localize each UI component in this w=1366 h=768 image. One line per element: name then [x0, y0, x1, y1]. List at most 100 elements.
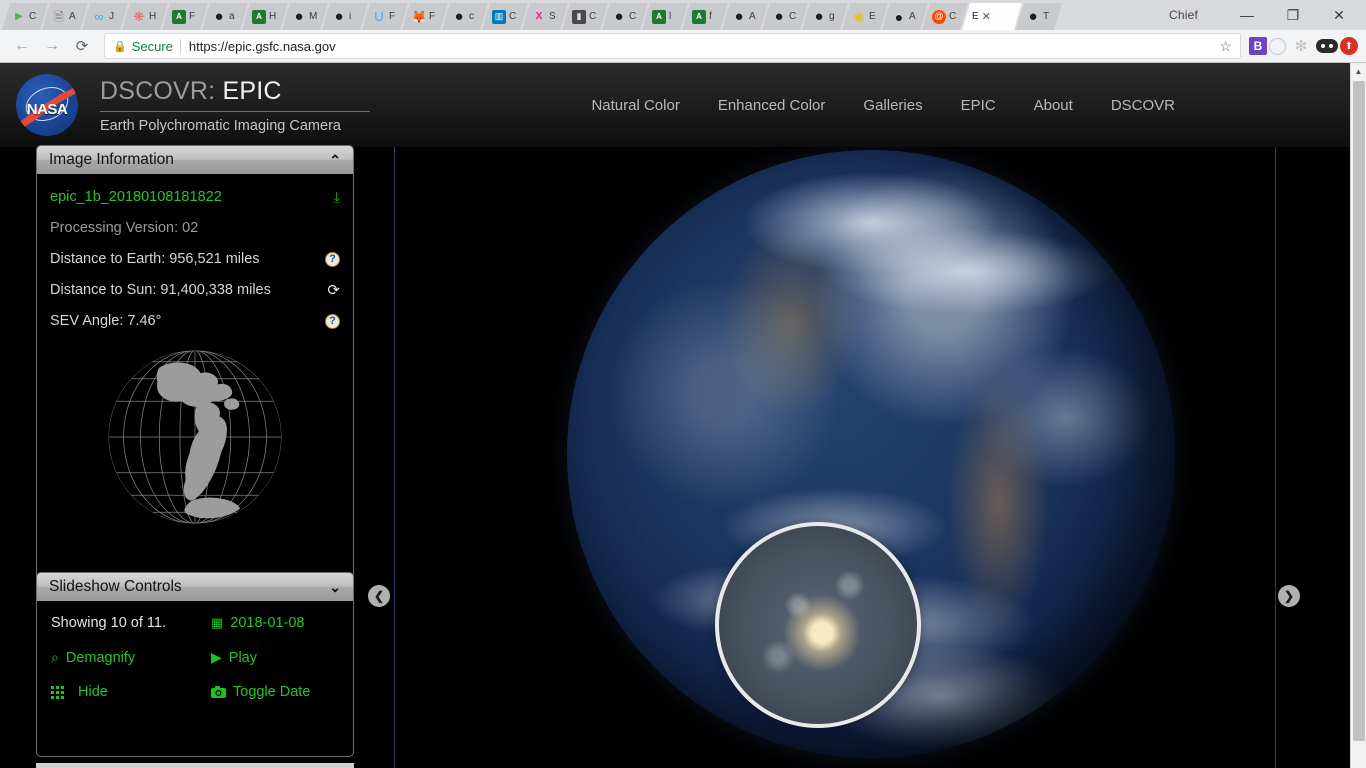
tab-title: F [189, 11, 196, 22]
next-image-button[interactable]: ❯ [1278, 585, 1300, 607]
date-label: 2018-01-08 [230, 615, 305, 631]
camera-icon [211, 686, 226, 698]
slideshow-controls-title: Slideshow Controls [49, 578, 182, 595]
tab-title: l [669, 11, 672, 22]
extensions-area: B ✻ ⬆ [1241, 33, 1358, 59]
slideshow-controls-body: Showing 10 of 11. ▦ 2018-01-08 ⌕ Demagni… [37, 601, 353, 700]
tab-favicon: ❋ [133, 9, 145, 24]
tab-favicon: @ [932, 10, 946, 24]
sev-angle-row: SEV Angle: 7.46° ? [50, 312, 340, 330]
nav-item-dscovr[interactable]: DSCOVR [1111, 97, 1175, 114]
back-icon[interactable]: ← [8, 32, 36, 60]
browser-tab[interactable]: ● A [722, 3, 768, 30]
tab-favicon: ▶ [15, 10, 23, 22]
minimize-button[interactable]: — [1224, 0, 1270, 30]
browser-tab[interactable]: UF [362, 3, 408, 30]
browser-tab[interactable]: ● A [882, 3, 928, 30]
browser-tab[interactable]: XS [522, 3, 568, 30]
tab-close-icon[interactable]: ✕ [982, 10, 991, 23]
sev-angle-help-icon[interactable]: ? [325, 313, 340, 329]
download-icon[interactable]: ⤓ [333, 189, 340, 206]
scrollbar-thumb[interactable] [1353, 81, 1365, 741]
nav-item-about[interactable]: About [1034, 97, 1073, 114]
address-bar[interactable]: 🔒 Secure https://epic.gsfc.nasa.gov ☆ [104, 33, 1241, 59]
browser-tab[interactable]: ● a [202, 3, 248, 30]
browser-tab[interactable]: 🗎 A [42, 3, 88, 30]
title-prefix: DSCOVR: [100, 76, 223, 105]
tab-title: A [749, 11, 756, 22]
forward-icon[interactable]: → [38, 32, 66, 60]
chevron-up-icon[interactable]: ⌃ [329, 152, 341, 169]
magnifier-circle[interactable] [715, 522, 921, 728]
browser-tab[interactable]: ● C [762, 3, 808, 30]
browser-tab[interactable]: ● C [602, 3, 648, 30]
browser-tab[interactable]: @ C [922, 3, 968, 30]
chevron-down-icon[interactable]: ⌄ [329, 579, 341, 596]
browser-tab[interactable]: ● i [322, 3, 368, 30]
browser-tab[interactable]: Af [682, 3, 728, 30]
image-information-header[interactable]: Image Information ⌃ [37, 146, 353, 174]
browser-tab[interactable]: ❋ H [122, 3, 168, 30]
image-id-row: epic_1b_20180108181822 ⤓ [50, 188, 340, 206]
page-viewport: NASA DSCOVR: EPIC Earth Polychromatic Im… [0, 63, 1366, 768]
tab-title: g [829, 11, 835, 22]
gear-extension-icon[interactable]: ✻ [1288, 33, 1314, 59]
earth-viewer[interactable] [395, 147, 1275, 768]
globe-thumbnail-wrap [50, 343, 340, 531]
hide-button[interactable]: Hide [51, 684, 211, 700]
profile-name[interactable]: Chief [1169, 8, 1198, 22]
nav-item-galleries[interactable]: Galleries [863, 97, 922, 114]
image-id-link[interactable]: epic_1b_20180108181822 [50, 189, 222, 205]
oval-extension-icon[interactable] [1316, 39, 1338, 53]
scroll-up-icon[interactable]: ▲ [1351, 63, 1366, 79]
previous-image-button[interactable]: ❮ [368, 585, 390, 607]
reload-icon[interactable]: ⟳ [68, 32, 96, 60]
red-extension-icon[interactable]: ⬆ [1340, 37, 1358, 55]
nav-item-enhanced-color[interactable]: Enhanced Color [718, 97, 826, 114]
distance-to-earth-help-icon[interactable]: ? [325, 251, 340, 267]
browser-tab[interactable]: ● c [442, 3, 488, 30]
tab-title: A [909, 11, 916, 22]
sync-units-icon[interactable]: ⟳ [327, 281, 340, 299]
toggle-date-button[interactable]: Toggle Date [211, 684, 340, 700]
maximize-button[interactable]: ❐ [1270, 0, 1316, 30]
browser-tab[interactable]: AF [162, 3, 208, 30]
tab-title: A [69, 11, 76, 22]
browser-tab[interactable]: ▮ C [562, 3, 608, 30]
browser-tab[interactable]: 🦊 F [402, 3, 448, 30]
browser-tab[interactable]: AH [242, 3, 288, 30]
tab-strip: ▶ C 🗎 A ∞ J ❋ H A F ● a A H ● M ● i U F 🦊 F ● c ▥ C X S ▮ C ● C Al Af ● A ● C… [0, 0, 1366, 30]
window-controls-area: Chief — ❐ ✕ [1169, 0, 1366, 30]
nav-item-natural-color[interactable]: Natural Color [591, 97, 679, 114]
browser-tab[interactable]: Al [642, 3, 688, 30]
browser-toolbar: ← → ⟳ 🔒 Secure https://epic.gsfc.nasa.go… [0, 30, 1366, 63]
browser-tab[interactable]: ▥ C [482, 3, 528, 30]
browser-tab[interactable]: ∞ J [82, 3, 128, 30]
browser-tab[interactable]: ◉ E [842, 3, 888, 30]
circle-extension-icon[interactable] [1269, 37, 1286, 55]
page-scrollbar[interactable]: ▲ [1350, 63, 1366, 768]
nav-item-epic[interactable]: EPIC [961, 97, 996, 114]
browser-tab[interactable]: ● T [1016, 3, 1062, 30]
play-button[interactable]: ▶ Play [211, 649, 340, 666]
date-cell[interactable]: ▦ 2018-01-08 [211, 615, 340, 631]
tab-favicon: ● [614, 8, 624, 25]
url-text: https://epic.gsfc.nasa.gov [188, 38, 336, 54]
tab-title: a [229, 11, 235, 22]
browser-tab[interactable]: ● M [282, 3, 328, 30]
bootstrap-extension-icon[interactable]: B [1249, 37, 1267, 55]
demagnify-button[interactable]: ⌕ Demagnify [51, 649, 211, 666]
nasa-logo[interactable]: NASA [16, 74, 78, 136]
play-label: Play [228, 649, 257, 666]
slideshow-controls-header[interactable]: Slideshow Controls ⌄ [37, 573, 353, 601]
close-window-button[interactable]: ✕ [1316, 0, 1362, 30]
title-divider [100, 110, 370, 112]
tab-title: F [389, 11, 396, 22]
bookmark-star-icon[interactable]: ☆ [1219, 38, 1232, 55]
browser-tab[interactable]: ▶ C [2, 3, 48, 30]
browser-tab-active[interactable]: E ✕ [962, 3, 1022, 30]
browser-tab[interactable]: ● g [802, 3, 848, 30]
tab-favicon: A [172, 10, 186, 24]
centroid-globe-icon [108, 350, 282, 524]
site-subtitle: Earth Polychromatic Imaging Camera [100, 117, 341, 134]
